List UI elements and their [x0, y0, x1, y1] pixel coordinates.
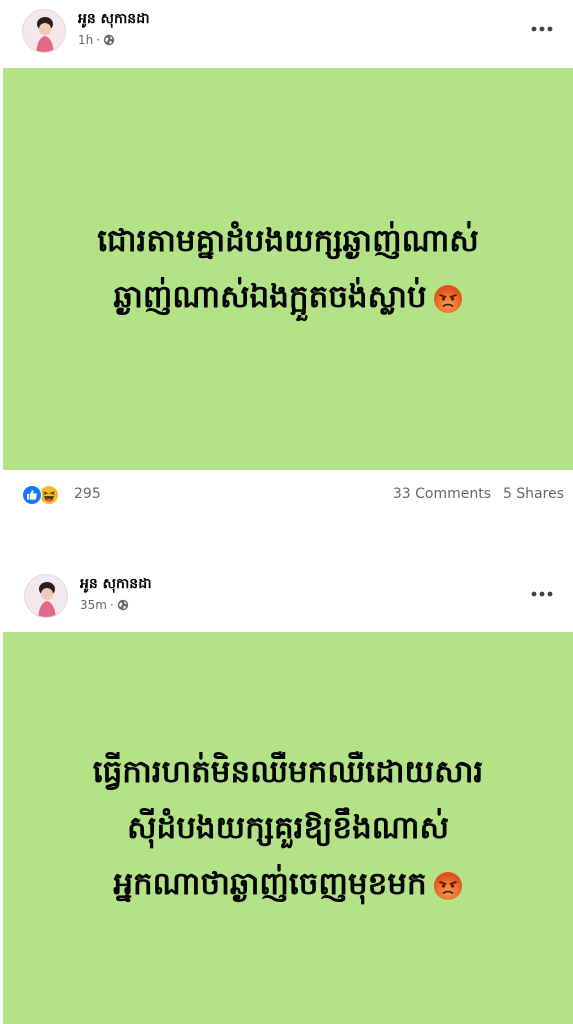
more-options-icon[interactable]	[529, 587, 555, 601]
like-icon	[22, 485, 42, 505]
feed-gap	[0, 520, 573, 562]
angry-face-icon	[433, 871, 462, 900]
post-text-line-last: ឆ្ងាញ់ណាស់ឯងក្អួតចង់ស្លាប់	[97, 269, 479, 325]
author-name[interactable]: អូន សុកានដា	[78, 9, 150, 30]
post-text-card: ធ្វើការហត់មិនឈឺមកឈឺដោយសារ ស៊ីដំបងយក្សគួរ…	[3, 632, 573, 1024]
avatar-image	[23, 10, 65, 52]
post-text-card: ជោរតាមគ្នាដំបងយក្សឆ្ងាញ់ណាស់ ឆ្ងាញ់ណាស់ឯ…	[3, 68, 573, 470]
post-1: អូន សុកានដា 1h · ជោរតាមគ្នាដំបងយក្សឆ្ងាញ…	[0, 0, 573, 520]
haha-icon	[39, 485, 59, 505]
post-stats-bar: 295 33 Comments 5 Shares	[0, 470, 573, 520]
post-text-line: ស៊ីដំបងយក្សគួរឱ្យខឹងណាស់	[127, 810, 449, 846]
post-text: ធ្វើការហត់មិនឈឺមកឈឺដោយសារ ស៊ីដំបងយក្សគួរ…	[73, 744, 504, 912]
post-text-line: ឆ្ងាញ់ណាស់ឯងក្អួតចង់ស្លាប់	[113, 279, 427, 315]
post-2: អូន សុកានដា 35m · ធ្វើការហត់មិនឈឺមកឈឺដោយ…	[0, 562, 573, 1024]
shares-link[interactable]: 5 Shares	[503, 486, 564, 502]
post-header: អូន សុកានដា 35m ·	[0, 562, 573, 630]
more-options-icon[interactable]	[529, 22, 555, 36]
post-meta: 35m ·	[80, 598, 129, 612]
reaction-count[interactable]: 295	[74, 486, 101, 502]
post-header: អូន សុកានដា 1h ·	[0, 0, 573, 68]
post-text: ជោរតាមគ្នាដំបងយក្សឆ្ងាញ់ណាស់ ឆ្ងាញ់ណាស់ឯ…	[77, 213, 499, 325]
post-text-line: អ្នកណាថាឆ្ងាញ់ចេញមុខមក	[113, 866, 427, 902]
post-text-line: ធ្វើការហត់មិនឈឺមកឈឺដោយសារ	[92, 754, 484, 790]
author-name[interactable]: អូន សុកានដា	[80, 574, 152, 595]
avatar-image	[25, 575, 67, 617]
post-text-line: ជោរតាមគ្នាដំបងយក្សឆ្ងាញ់ណាស់	[97, 223, 479, 259]
angry-face-icon	[433, 284, 462, 313]
comments-link[interactable]: 33 Comments	[393, 486, 491, 502]
post-time[interactable]: 1h	[78, 33, 93, 47]
post-text-line-last: អ្នកណាថាឆ្ងាញ់ចេញមុខមក	[93, 856, 484, 912]
avatar[interactable]	[24, 574, 68, 618]
post-time[interactable]: 35m	[80, 598, 107, 612]
globe-icon	[103, 34, 115, 46]
reaction-icons[interactable]	[22, 485, 68, 505]
globe-icon	[117, 599, 128, 611]
avatar[interactable]	[22, 9, 66, 53]
post-meta: 1h ·	[78, 33, 115, 47]
